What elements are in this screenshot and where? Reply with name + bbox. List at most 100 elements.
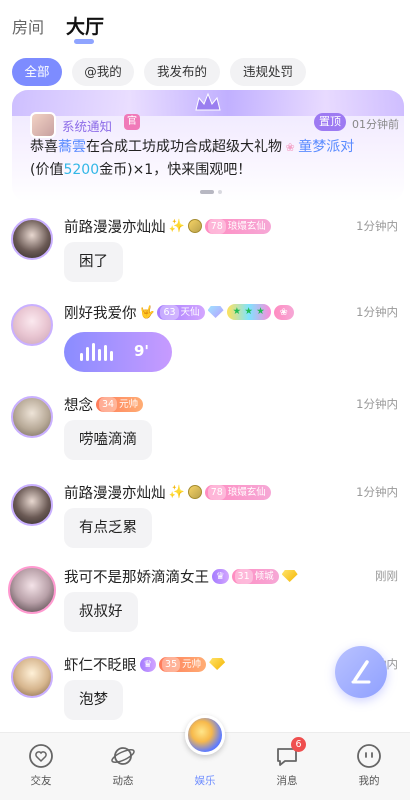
active-tab-indicator <box>74 39 94 44</box>
level-badge: 35 元帅 <box>159 656 207 672</box>
tab-lobby[interactable]: 大厅 <box>66 12 104 39</box>
notice-title: 系统通知 <box>62 119 113 134</box>
level-title: 倾城 <box>254 570 274 582</box>
nickname[interactable]: 前路漫漫亦灿灿 <box>64 482 166 503</box>
sparkle-icon: ✨ <box>168 484 185 500</box>
filter-mentions[interactable]: @我的 <box>72 58 134 86</box>
nickname[interactable]: 想念 <box>64 394 93 415</box>
level-title: 琅嬛玄仙 <box>227 220 266 232</box>
notice-user-link[interactable]: 蕎雲 <box>58 139 86 155</box>
level-number: 34 <box>99 396 118 412</box>
bottom-nav-bar: 交友 动态 娱乐 6 消息 我的 <box>0 715 410 800</box>
system-notice-card[interactable]: 系统通知 官 置顶 01分钟前 恭喜蕎雲在合成工坊成功合成超级大礼物 ❀ 童梦派… <box>12 90 404 202</box>
message-item: 刚好我爱你 🤟 63 天仙 ★ ★ ★ ❀ 1分钟内 9' <box>0 300 410 380</box>
notice-text: 金币)×1，快来围观吧！ <box>99 162 252 178</box>
nav-messages[interactable]: 6 消息 <box>246 733 328 800</box>
tab-rooms[interactable]: 房间 <box>12 14 44 38</box>
carousel-dots <box>200 190 240 196</box>
nickname[interactable]: 我可不是那娇滴滴女王 <box>64 566 209 587</box>
planet-icon <box>111 747 135 765</box>
notice-time: 01分钟前 <box>352 118 399 131</box>
message-time: 1分钟内 <box>356 397 398 411</box>
message-item: 前路漫漫亦灿灿 ✨ 78 琅嬛玄仙 1分钟内 困了 <box>0 214 410 284</box>
carousel-dot-active <box>200 190 214 194</box>
message-time: 1分钟内 <box>356 219 398 233</box>
notice-text: 在合成工坊成功合成超级大礼物 <box>86 139 282 155</box>
level-badge: 31 倾城 <box>231 568 279 584</box>
nav-entertainment[interactable]: 娱乐 <box>164 715 246 800</box>
filter-my-posts[interactable]: 我发布的 <box>144 58 220 86</box>
nick-row: 前路漫漫亦灿灿 ✨ 78 琅嬛玄仙 <box>64 216 271 236</box>
level-number: 63 <box>160 304 179 320</box>
message-bubble[interactable]: 泡梦 <box>64 680 123 720</box>
sparkle-icon: ✨ <box>168 218 185 234</box>
message-item: 我可不是那娇滴滴女王 ♛ 31 倾城 刚刚 叔叔好 <box>0 564 410 638</box>
filter-chip-bar: 全部 @我的 我发布的 违规处罚 <box>0 58 410 88</box>
level-badge: 78 琅嬛玄仙 <box>204 484 271 500</box>
message-item: 前路漫漫亦灿灿 ✨ 78 琅嬛玄仙 1分钟内 有点乏累 <box>0 480 410 550</box>
voice-wave-icon <box>80 343 124 361</box>
pen-icon <box>351 660 371 684</box>
nick-row: 虾仁不眨眼 ♛ 35 元帅 <box>64 654 226 675</box>
nav-me[interactable]: 我的 <box>328 733 410 800</box>
notice-text: 恭喜 <box>30 139 58 155</box>
avatar[interactable] <box>11 484 53 526</box>
notice-body: 恭喜蕎雲在合成工坊成功合成超级大礼物 ❀ 童梦派对 (价值5200金币)×1，快… <box>30 136 392 181</box>
rank-badge: ♛ <box>139 656 157 672</box>
avatar[interactable] <box>11 396 53 438</box>
level-title: 元帅 <box>119 398 139 410</box>
filter-violations[interactable]: 违规处罚 <box>230 58 306 86</box>
level-number: 35 <box>162 656 181 672</box>
hand-gesture-icon: 🤟 <box>139 305 155 319</box>
message-bubble[interactable]: 困了 <box>64 242 123 282</box>
level-number: 31 <box>234 568 253 584</box>
notice-value: 5200 <box>63 162 100 178</box>
level-badge: 34 元帅 <box>96 396 144 412</box>
voice-duration: 9' <box>134 342 150 360</box>
nav-label: 娱乐 <box>194 775 216 787</box>
message-time: 1分钟内 <box>356 485 398 499</box>
nick-row: 前路漫漫亦灿灿 ✨ 78 琅嬛玄仙 <box>64 482 271 502</box>
compose-button[interactable] <box>335 646 387 698</box>
nick-row: 想念 34 元帅 <box>64 394 144 415</box>
level-title: 琅嬛玄仙 <box>227 486 266 498</box>
nick-row: 我可不是那娇滴滴女王 ♛ 31 倾城 <box>64 566 298 586</box>
nav-friends[interactable]: 交友 <box>0 733 82 800</box>
unread-badge: 6 <box>291 737 306 752</box>
diamond-icon <box>209 658 226 670</box>
top-tab-bar: 房间 大厅 <box>0 0 410 52</box>
message-item: 想念 34 元帅 1分钟内 唠嗑滴滴 <box>0 392 410 462</box>
smiley-icon <box>357 744 381 768</box>
nav-label: 我的 <box>358 775 380 787</box>
notice-gift-name: 童梦派对 <box>298 139 355 155</box>
medal-icon <box>187 485 202 499</box>
message-bubble[interactable]: 唠嗑滴滴 <box>64 420 152 460</box>
nav-moments[interactable]: 动态 <box>82 733 164 800</box>
avatar[interactable] <box>11 304 53 346</box>
message-time: 1分钟内 <box>356 305 398 319</box>
nickname[interactable]: 前路漫漫亦灿灿 <box>64 216 166 237</box>
filter-all[interactable]: 全部 <box>12 58 62 86</box>
voice-message[interactable]: 9' <box>64 332 172 372</box>
message-bubble[interactable]: 叔叔好 <box>64 592 138 632</box>
crown-ornament-icon <box>195 92 221 111</box>
notice-text: (价值 <box>30 162 64 178</box>
orb-icon <box>185 715 225 755</box>
avatar[interactable] <box>11 656 53 698</box>
avatar[interactable] <box>8 566 56 614</box>
nickname[interactable]: 刚好我爱你 <box>64 302 137 323</box>
nickname[interactable]: 虾仁不眨眼 <box>64 654 137 675</box>
official-badge: 官 <box>124 114 140 130</box>
notice-avatar <box>30 112 56 138</box>
medal-icon <box>187 219 202 233</box>
avatar[interactable] <box>11 218 53 260</box>
nav-label: 交友 <box>30 775 52 787</box>
party-icon: ❀ <box>282 141 299 154</box>
level-number: 78 <box>207 484 226 500</box>
level-title: 天仙 <box>180 306 200 318</box>
diamond-icon <box>207 306 224 318</box>
message-bubble[interactable]: 有点乏累 <box>64 508 152 548</box>
diamond-icon <box>281 570 298 582</box>
level-badge: 78 琅嬛玄仙 <box>204 218 271 234</box>
event-badge: ★ ★ ★ <box>226 304 271 320</box>
